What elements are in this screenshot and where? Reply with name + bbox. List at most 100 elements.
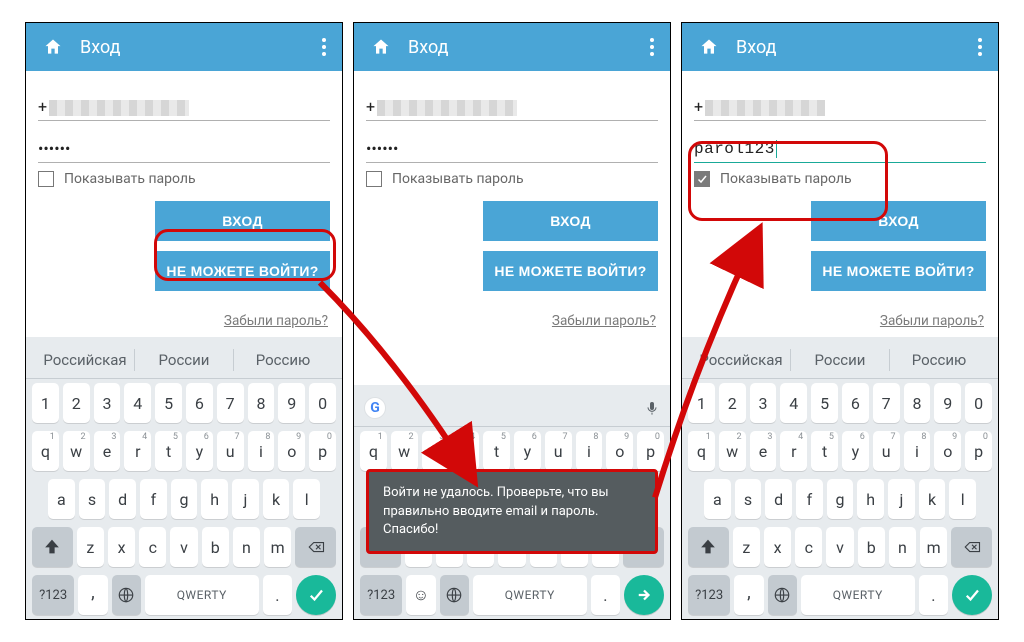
key-i[interactable]: i8 [576,431,603,471]
key-o[interactable]: o9 [934,431,961,471]
key-m[interactable]: m [264,527,291,567]
symbols-key[interactable]: ?123 [688,575,730,615]
key-l[interactable]: l [949,479,976,519]
key-5[interactable]: 5 [811,383,838,423]
globe-key[interactable] [768,575,797,615]
login-button[interactable]: ВХОД [483,201,658,241]
key-g[interactable]: g [827,479,854,519]
space-key[interactable]: QWERTY [801,575,915,615]
key-9[interactable]: 9 [934,383,961,423]
key-0[interactable]: 0 [309,383,336,423]
key-o[interactable]: o9 [606,431,633,471]
key-8[interactable]: 8 [904,383,931,423]
space-key[interactable]: QWERTY [145,575,259,615]
key-p[interactable]: p0 [637,431,664,471]
key-r[interactable]: r4 [780,431,807,471]
key-4[interactable]: 4 [124,383,151,423]
key-t[interactable]: t5 [483,431,510,471]
forgot-password-link[interactable]: Забыли пароль? [224,313,328,329]
enter-key[interactable] [624,575,664,615]
key-d[interactable]: d [109,479,136,519]
key-w[interactable]: w2 [391,431,418,471]
suggestion-2[interactable]: России [791,351,889,369]
key-l[interactable]: l [293,479,320,519]
key-c[interactable]: c [795,527,822,567]
key-f[interactable]: f [140,479,167,519]
password-field[interactable]: •••••• [38,127,330,163]
key-4[interactable]: 4 [780,383,807,423]
phone-field[interactable]: + [694,85,986,121]
cant-login-button[interactable]: НЕ МОЖЕТЕ ВОЙТИ? [483,251,658,291]
key-7[interactable]: 7 [873,383,900,423]
key-e[interactable]: e3 [422,431,449,471]
comma-key[interactable]: , [734,575,763,615]
key-2[interactable]: 2 [719,383,746,423]
key-1[interactable]: 1 [688,383,715,423]
suggestion-1[interactable]: Российская [692,351,790,369]
key-0[interactable]: 0 [965,383,992,423]
suggestion-1[interactable]: Российская [36,351,134,369]
forgot-password-link[interactable]: Забыли пароль? [880,313,984,329]
shift-key[interactable] [32,527,73,567]
key-p[interactable]: p0 [965,431,992,471]
key-a[interactable]: a [48,479,75,519]
key-z[interactable]: z [733,527,760,567]
key-b[interactable]: b [202,527,229,567]
key-q[interactable]: q1 [688,431,715,471]
dot-key[interactable]: . [591,575,620,615]
key-s[interactable]: s [79,479,106,519]
key-g[interactable]: g [171,479,198,519]
suggestion-3[interactable]: Россию [234,351,332,369]
key-x[interactable]: x [108,527,135,567]
key-u[interactable]: u7 [545,431,572,471]
suggestion-2[interactable]: России [135,351,233,369]
backspace-key[interactable] [295,527,336,567]
key-t[interactable]: t5 [811,431,838,471]
globe-key[interactable] [112,575,141,615]
key-u[interactable]: u7 [217,431,244,471]
enter-key[interactable] [952,575,992,615]
google-icon[interactable]: G [364,397,386,419]
symbols-key[interactable]: ?123 [32,575,74,615]
key-b[interactable]: b [858,527,885,567]
enter-key[interactable] [296,575,336,615]
key-k[interactable]: k [919,479,946,519]
phone-field[interactable]: + [38,85,330,121]
key-c[interactable]: c [139,527,166,567]
key-r[interactable]: r4 [452,431,479,471]
key-t[interactable]: t5 [155,431,182,471]
key-s[interactable]: s [735,479,762,519]
mic-icon[interactable] [644,398,660,418]
shift-key[interactable] [688,527,729,567]
key-i[interactable]: i8 [904,431,931,471]
key-w[interactable]: w2 [719,431,746,471]
key-q[interactable]: q1 [32,431,59,471]
forgot-password-link[interactable]: Забыли пароль? [552,313,656,329]
key-1[interactable]: 1 [32,383,59,423]
key-h[interactable]: h [201,479,228,519]
dot-key[interactable]: . [919,575,948,615]
show-password-checkbox[interactable]: Показывать пароль [38,171,330,187]
symbols-key[interactable]: ?123 [360,575,402,615]
password-field[interactable]: •••••• [366,127,658,163]
key-d[interactable]: d [765,479,792,519]
key-p[interactable]: p0 [309,431,336,471]
key-a[interactable]: a [704,479,731,519]
globe-key[interactable] [440,575,469,615]
key-r[interactable]: r4 [124,431,151,471]
key-7[interactable]: 7 [217,383,244,423]
login-button[interactable]: ВХОД [811,201,986,241]
cant-login-button[interactable]: НЕ МОЖЕТЕ ВОЙТИ? [155,251,330,291]
key-6[interactable]: 6 [186,383,213,423]
emoji-key[interactable]: ☺ [406,575,435,615]
login-button[interactable]: ВХОД [155,201,330,241]
key-o[interactable]: o9 [278,431,305,471]
key-x[interactable]: x [764,527,791,567]
key-3[interactable]: 3 [94,383,121,423]
key-z[interactable]: z [77,527,104,567]
key-w[interactable]: w2 [63,431,90,471]
overflow-menu-icon[interactable] [322,45,326,49]
key-f[interactable]: f [796,479,823,519]
key-5[interactable]: 5 [155,383,182,423]
show-password-checkbox[interactable]: Показывать пароль [366,171,658,187]
